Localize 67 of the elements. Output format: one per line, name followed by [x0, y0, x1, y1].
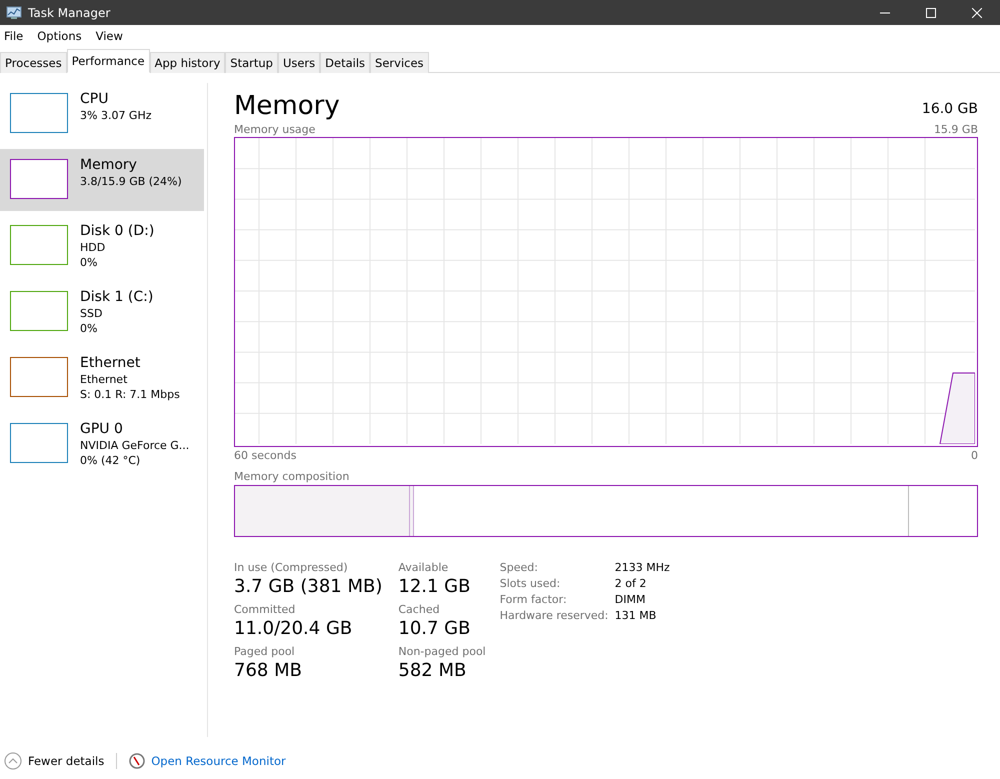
resource-detail: Ethernet: [80, 372, 128, 387]
stat-value: 768 MB: [234, 660, 303, 681]
tab[interactable]: Processes: [0, 52, 67, 73]
stat-value: 3.7 GB (381 MB): [234, 576, 382, 597]
menu-item[interactable]: Options: [33, 28, 86, 42]
window-title: Task Manager: [28, 6, 112, 20]
stat-value: 11.0/20.4 GB: [234, 618, 354, 639]
resource-name: Disk 1 (C:): [80, 289, 154, 306]
resource-name: Memory: [80, 157, 138, 174]
tab[interactable]: Details: [320, 52, 370, 73]
spec-label: Slots used:: [500, 577, 562, 590]
stat-label: Non-paged pool: [398, 645, 486, 658]
stat-value: 12.1 GB: [398, 576, 472, 597]
stat-label: Paged pool: [234, 645, 296, 658]
resource-detail: 0%: [80, 321, 98, 336]
graph-max: 15.9 GB: [934, 123, 978, 136]
resource-detail: SSD: [80, 306, 104, 321]
composition-label: Memory composition: [234, 470, 350, 483]
tab[interactable]: Startup: [225, 52, 278, 73]
spec-label: Form factor:: [500, 593, 568, 606]
axis-label: 0: [971, 449, 978, 462]
sidebar-item[interactable]: Memory 3.8/15.9 GB (24%): [0, 149, 204, 211]
resource-detail: 0%: [80, 255, 98, 270]
spec-label: Hardware reserved:: [500, 609, 610, 622]
spec-value: 2 of 2: [614, 577, 648, 590]
resource-detail: 3% 3.07 GHz: [80, 108, 152, 123]
stat-label: Committed: [234, 603, 296, 616]
spec-value: DIMM: [614, 593, 646, 606]
spec-value: 131 MB: [614, 609, 658, 622]
graph-label: Memory usage: [234, 123, 316, 136]
maximize-icon: [926, 8, 936, 18]
resource-name: Ethernet: [80, 355, 142, 372]
resource-name: CPU: [80, 91, 110, 108]
resource-detail: NVIDIA GeForce G...: [80, 438, 190, 453]
menu-item[interactable]: View: [92, 28, 127, 42]
sidebar-item[interactable]: Ethernet Ethernet S: 0.1 R: 7.1 Mbps: [0, 347, 204, 409]
resource-detail: S: 0.1 R: 7.1 Mbps: [80, 387, 180, 402]
resource-name: GPU 0: [80, 421, 124, 438]
resource-name: Disk 0 (D:): [80, 223, 154, 240]
tab[interactable]: App history: [150, 52, 226, 73]
spec-label: Speed:: [500, 561, 539, 574]
stat-label: In use (Compressed): [234, 561, 349, 574]
tab[interactable]: Performance: [66, 49, 150, 73]
chevron-up-icon[interactable]: [4, 752, 22, 770]
close-icon: [972, 8, 982, 18]
menu-item[interactable]: File: [0, 28, 28, 42]
total-memory: 16.0 GB: [922, 101, 978, 117]
resource-detail: 3.8/15.9 GB (24%): [80, 174, 182, 189]
stat-label: Cached: [398, 603, 441, 616]
stat-value: 10.7 GB: [398, 618, 472, 639]
sidebar-item[interactable]: Disk 1 (C:) SSD 0%: [0, 281, 204, 343]
page-title: Memory: [234, 91, 340, 121]
stat-label: Available: [398, 561, 450, 574]
resource-detail: HDD: [80, 240, 106, 255]
stat-value: 582 MB: [398, 660, 468, 681]
monitor-chart-icon: [6, 6, 22, 20]
resource-monitor-link[interactable]: Open Resource Monitor: [151, 754, 286, 768]
spec-value: 2133 MHz: [614, 561, 670, 574]
gauge-icon: [129, 753, 146, 769]
fewer-details-button[interactable]: Fewer details: [28, 754, 104, 768]
axis-label: 60 seconds: [234, 449, 296, 462]
tab[interactable]: Users: [278, 52, 320, 73]
sidebar-item[interactable]: Disk 0 (D:) HDD 0%: [0, 215, 204, 277]
sidebar-item[interactable]: GPU 0 NVIDIA GeForce G... 0% (42 °C): [0, 413, 204, 475]
resource-detail: 0% (42 °C): [80, 453, 142, 468]
sidebar-item[interactable]: CPU 3% 3.07 GHz: [0, 83, 204, 145]
tab[interactable]: Services: [370, 52, 429, 73]
